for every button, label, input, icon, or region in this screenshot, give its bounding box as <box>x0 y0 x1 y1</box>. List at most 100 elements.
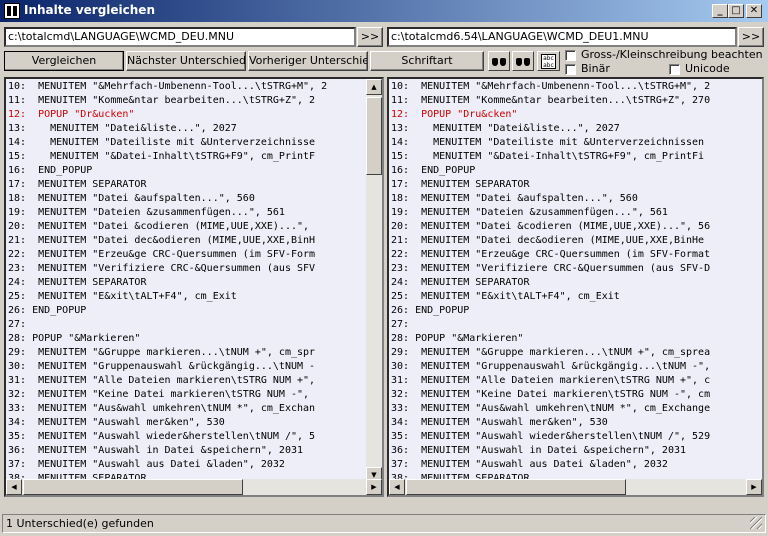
text-line: 26: END_POPUP <box>391 305 470 316</box>
close-button[interactable]: ✕ <box>746 4 762 18</box>
text-line: 28: POPUP "&Markieren" <box>8 333 141 344</box>
left-browse-button[interactable]: >> <box>357 27 383 47</box>
binary-label: Binär <box>581 62 610 75</box>
diff-line: 12: POPUP "Dru&cken" <box>391 109 518 120</box>
scroll-left-arrow-icon[interactable]: ◀ <box>389 479 405 495</box>
left-lines-list: 10: MENUITEM "&Mehrfach-Umbenenn-Tool...… <box>8 80 328 495</box>
window-title: Inhalte vergleichen <box>24 3 155 17</box>
case-sensitive-checkbox[interactable] <box>565 50 576 61</box>
right-file-path-input[interactable]: c:\totalcmd6.54\LANGUAGE\WCMD_DEU1.MNU <box>387 27 737 47</box>
text-line: 22: MENUITEM "Erzeu&ge CRC-Quersummen (i… <box>8 249 316 260</box>
scroll-thumb[interactable] <box>366 97 382 175</box>
diff-line: 12: POPUP "Dr&ucken" <box>8 109 135 120</box>
text-line: 31: MENUITEM "Alle Dateien markieren\tST… <box>8 375 316 386</box>
text-line: 31: MENUITEM "Alle Dateien markieren\tST… <box>391 375 711 386</box>
text-line: 35: MENUITEM "Auswahl wieder&herstellen\… <box>8 431 316 442</box>
text-line: 13: MENUITEM "Datei&liste...", 2027 <box>8 123 237 134</box>
text-line: 16: END_POPUP <box>8 165 93 176</box>
text-line: 14: MENUITEM "Dateiliste mit &Unterverze… <box>8 137 316 148</box>
text-line: 35: MENUITEM "Auswahl wieder&herstellen\… <box>391 431 711 442</box>
text-line: 21: MENUITEM "Datei dec&odieren (MIME,UU… <box>8 235 316 246</box>
text-line: 15: MENUITEM "&Datei-Inhalt\tSTRG+F9", c… <box>8 151 316 162</box>
text-line: 23: MENUITEM "Verifiziere CRC-&Quersumme… <box>391 263 711 274</box>
binoculars-icon <box>492 56 506 66</box>
text-line: 24: MENUITEM SEPARATOR <box>8 277 147 288</box>
text-line: 36: MENUITEM "Auswahl in Datei &speicher… <box>391 445 687 456</box>
text-line: 32: MENUITEM "Keine Datei markieren\tSTR… <box>8 389 316 400</box>
scroll-left-arrow-icon[interactable]: ◀ <box>6 479 22 495</box>
text-line: 18: MENUITEM "Datei &aufspalten...", 560 <box>391 193 638 204</box>
left-horizontal-scrollbar[interactable]: ◀ ▶ <box>6 479 382 495</box>
text-line: 32: MENUITEM "Keine Datei markieren\tSTR… <box>391 389 711 400</box>
text-line: 25: MENUITEM "E&xit\tALT+F4", cm_Exit <box>8 291 237 302</box>
left-text-pane[interactable]: 10: MENUITEM "&Mehrfach-Umbenenn-Tool...… <box>4 77 384 497</box>
text-line: 17: MENUITEM SEPARATOR <box>391 179 530 190</box>
right-browse-button[interactable]: >> <box>738 27 764 47</box>
text-line: 27: <box>8 319 27 330</box>
text-line: 30: MENUITEM "Gruppenauswahl &rückgängig… <box>391 361 711 372</box>
unicode-checkbox[interactable] <box>669 64 680 75</box>
right-text-pane[interactable]: 10: MENUITEM "&Mehrfach-Umbenenn-Tool...… <box>387 77 764 497</box>
scroll-right-arrow-icon[interactable]: ▶ <box>366 479 382 495</box>
status-bar: 1 Unterschied(e) gefunden <box>2 514 766 533</box>
text-line: 11: MENUITEM "Komme&ntar bearbeiten...\t… <box>391 95 711 106</box>
text-line: 26: END_POPUP <box>8 305 87 316</box>
scroll-right-arrow-icon[interactable]: ▶ <box>746 479 762 495</box>
text-line: 33: MENUITEM "Aus&wahl umkehren\tNUM *",… <box>391 403 711 414</box>
text-line: 23: MENUITEM "Verifiziere CRC-&Quersumme… <box>8 263 316 274</box>
compare-button[interactable]: Vergleichen <box>4 51 124 71</box>
text-line: 37: MENUITEM "Auswahl aus Datei &laden",… <box>8 459 285 470</box>
text-line: 13: MENUITEM "Datei&liste...", 2027 <box>391 123 620 134</box>
text-line: 30: MENUITEM "Gruppenauswahl &rückgängig… <box>8 361 316 372</box>
text-line: 21: MENUITEM "Datei dec&odieren (MIME,UU… <box>391 235 705 246</box>
text-line: 34: MENUITEM "Auswahl mer&ken", 530 <box>391 417 608 428</box>
find-button[interactable] <box>488 51 510 71</box>
text-line: 16: END_POPUP <box>391 165 476 176</box>
font-button[interactable]: Schriftart <box>370 51 484 71</box>
compare-icon: abc abc <box>541 54 556 69</box>
text-line: 20: MENUITEM "Datei &codieren (MIME,UUE,… <box>8 221 310 232</box>
title-bar[interactable]: Inhalte vergleichen _ □ ✕ <box>0 0 768 22</box>
text-line: 24: MENUITEM SEPARATOR <box>391 277 530 288</box>
text-line: 19: MENUITEM "Dateien &zusammenfügen..."… <box>391 207 668 218</box>
unicode-label: Unicode <box>685 62 730 75</box>
text-line: 22: MENUITEM "Erzeu&ge CRC-Quersummen (i… <box>391 249 711 260</box>
find-next-button[interactable] <box>512 51 534 71</box>
text-line: 19: MENUITEM "Dateien &zusammenfügen..."… <box>8 207 285 218</box>
text-line: 11: MENUITEM "Komme&ntar bearbeiten...\t… <box>8 95 316 106</box>
text-line: 29: MENUITEM "&Gruppe markieren...\tNUM … <box>391 347 711 358</box>
text-line: 14: MENUITEM "Dateiliste mit &Unterverze… <box>391 137 705 148</box>
maximize-button[interactable]: □ <box>728 4 744 18</box>
text-line: 25: MENUITEM "E&xit\tALT+F4", cm_Exit <box>391 291 620 302</box>
left-vertical-scrollbar[interactable]: ▲ ▼ <box>366 79 382 483</box>
text-line: 33: MENUITEM "Aus&wahl umkehren\tNUM *",… <box>8 403 316 414</box>
app-icon[interactable] <box>4 3 20 19</box>
text-line: 10: MENUITEM "&Mehrfach-Umbenenn-Tool...… <box>391 81 711 92</box>
next-difference-button[interactable]: Nächster Unterschied <box>126 51 246 71</box>
binary-checkbox[interactable] <box>565 64 576 75</box>
text-line: 18: MENUITEM "Datei &aufspalten...", 560 <box>8 193 255 204</box>
text-line: 34: MENUITEM "Auswahl mer&ken", 530 <box>8 417 225 428</box>
minimize-button[interactable]: _ <box>712 4 728 18</box>
right-horizontal-scrollbar[interactable]: ◀ ▶ <box>389 479 762 495</box>
case-sensitive-label: Gross-/Kleinschreibung beachten <box>581 48 763 61</box>
left-file-path-input[interactable]: c:\totalcmd\LANGUAGE\WCMD_DEU.MNU <box>4 27 356 47</box>
compare-settings-button[interactable]: abc abc <box>537 51 560 71</box>
text-line: 29: MENUITEM "&Gruppe markieren...\tNUM … <box>8 347 316 358</box>
text-line: 17: MENUITEM SEPARATOR <box>8 179 147 190</box>
text-line: 10: MENUITEM "&Mehrfach-Umbenenn-Tool...… <box>8 81 328 92</box>
text-line: 20: MENUITEM "Datei &codieren (MIME,UUE,… <box>391 221 711 232</box>
text-line: 37: MENUITEM "Auswahl aus Datei &laden",… <box>391 459 668 470</box>
previous-difference-button[interactable]: Vorheriger Unterschied <box>248 51 368 71</box>
status-text: 1 Unterschied(e) gefunden <box>6 517 154 530</box>
text-line: 36: MENUITEM "Auswahl in Datei &speicher… <box>8 445 304 456</box>
right-lines-list: 10: MENUITEM "&Mehrfach-Umbenenn-Tool...… <box>391 80 711 495</box>
scroll-up-arrow-icon[interactable]: ▲ <box>366 79 382 95</box>
scroll-thumb[interactable] <box>406 479 626 495</box>
binoculars-icon <box>516 56 530 66</box>
scroll-thumb[interactable] <box>23 479 243 495</box>
text-line: 15: MENUITEM "&Datei-Inhalt\tSTRG+F9", c… <box>391 151 705 162</box>
resize-grip-icon[interactable] <box>750 517 762 529</box>
text-line: 28: POPUP "&Markieren" <box>391 333 524 344</box>
text-line: 27: <box>391 319 410 330</box>
